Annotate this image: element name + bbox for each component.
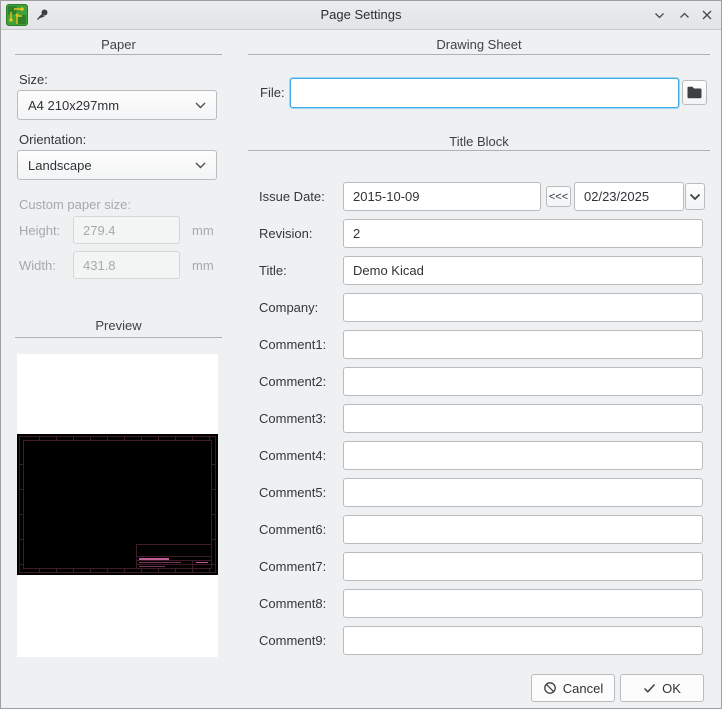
orientation-value: Landscape: [28, 157, 92, 173]
comment5-label: Comment5:: [259, 485, 327, 500]
revision-input[interactable]: 2: [343, 219, 703, 248]
window-title: Page Settings: [320, 7, 402, 22]
paper-size-select[interactable]: A4 210x297mm: [17, 90, 217, 120]
height-label: Height:: [19, 223, 61, 238]
preview-section-title: Preview: [95, 318, 142, 333]
date-picker-value: 02/23/2025: [584, 189, 650, 204]
width-unit-label: mm: [192, 258, 214, 273]
orientation-label: Orientation:: [19, 132, 87, 147]
comment1-label: Comment1:: [259, 337, 327, 352]
paper-section-title: Paper: [101, 37, 136, 52]
comment8-label: Comment8:: [259, 596, 327, 611]
comment4-input[interactable]: [343, 441, 703, 470]
ok-label: OK: [662, 680, 681, 696]
company-input[interactable]: [343, 293, 703, 322]
file-input[interactable]: [290, 78, 679, 108]
comment9-input[interactable]: [343, 626, 703, 655]
checkmark-icon: [644, 683, 656, 693]
comment6-label: Comment6:: [259, 522, 327, 537]
width-label: Width:: [19, 258, 56, 273]
cancel-button[interactable]: Cancel: [531, 674, 615, 702]
title-block-separator: [248, 150, 710, 151]
cancel-icon: [543, 682, 556, 694]
title-value: Demo Kicad: [353, 263, 424, 278]
preview-bottom-ticks: [23, 569, 212, 573]
preview-section-separator: [15, 337, 222, 338]
comment5-input[interactable]: [343, 478, 703, 507]
ok-button[interactable]: OK: [620, 674, 704, 702]
orientation-select[interactable]: Landscape: [17, 150, 217, 180]
copy-date-label: <<<: [548, 190, 569, 203]
comment3-label: Comment3:: [259, 411, 327, 426]
drawing-sheet-separator: [248, 54, 710, 55]
revision-value: 2: [353, 226, 361, 241]
page-settings-dialog: Page Settings Paper Size: A4 210x297mm O…: [0, 0, 722, 709]
width-value: 431.8: [83, 257, 116, 273]
chevron-down-icon: [654, 12, 664, 18]
title-label: Title:: [259, 263, 287, 278]
height-unit-label: mm: [192, 223, 214, 238]
width-input: 431.8: [73, 251, 180, 279]
comment2-label: Comment2:: [259, 374, 327, 389]
height-input: 279.4: [73, 216, 180, 244]
issue-date-label: Issue Date:: [259, 189, 325, 204]
file-label: File:: [260, 85, 285, 100]
comment7-label: Comment7:: [259, 559, 327, 574]
comment8-input[interactable]: [343, 589, 703, 618]
cancel-label: Cancel: [562, 680, 604, 696]
custom-paper-size-label: Custom paper size:: [19, 197, 131, 212]
preview-sheet-size-text: [196, 561, 208, 563]
shade-window-button[interactable]: [651, 7, 667, 23]
comment2-input[interactable]: [343, 367, 703, 396]
date-picker-input[interactable]: 02/23/2025: [574, 182, 684, 211]
preview-smalltext-2: [139, 565, 165, 567]
comment7-input[interactable]: [343, 552, 703, 581]
issue-date-value: 2015-10-09: [353, 189, 420, 204]
close-window-button[interactable]: [699, 7, 715, 23]
folder-icon: [687, 86, 702, 99]
paper-size-label: Size:: [19, 72, 48, 87]
chevron-up-icon: [679, 12, 689, 18]
preview-title-block-divider: [192, 560, 193, 569]
preview-left-ticks: [19, 440, 23, 569]
issue-date-input[interactable]: 2015-10-09: [343, 182, 541, 211]
drawing-sheet-section-title: Drawing Sheet: [436, 37, 522, 52]
copy-date-button[interactable]: <<<: [546, 186, 571, 207]
titlebar[interactable]: Page Settings: [1, 1, 721, 30]
preview-right-ticks: [212, 440, 216, 569]
date-picker-dropdown-button[interactable]: [685, 183, 705, 210]
title-block-section-title: Title Block: [449, 134, 509, 149]
preview-smalltext-1: [139, 561, 181, 563]
browse-file-button[interactable]: [682, 80, 707, 105]
title-input[interactable]: Demo Kicad: [343, 256, 703, 285]
comment3-input[interactable]: [343, 404, 703, 433]
comment9-label: Comment9:: [259, 633, 327, 648]
chevron-down-icon: [195, 162, 206, 168]
preview-title-text: [139, 557, 169, 560]
chevron-down-icon: [689, 193, 701, 200]
chevron-down-icon: [195, 102, 206, 108]
height-value: 279.4: [83, 222, 116, 238]
close-icon: [702, 10, 712, 20]
page-preview: [17, 354, 218, 657]
comment6-input[interactable]: [343, 515, 703, 544]
paper-size-value: A4 210x297mm: [28, 97, 120, 113]
comment4-label: Comment4:: [259, 448, 327, 463]
preview-sheet: [17, 434, 218, 575]
revision-label: Revision:: [259, 226, 313, 241]
preview-title-block: [136, 544, 212, 569]
company-label: Company:: [259, 300, 319, 315]
preview-top-ticks: [23, 436, 212, 440]
comment1-input[interactable]: [343, 330, 703, 359]
paper-section-separator: [15, 54, 222, 55]
maximize-window-button[interactable]: [676, 7, 692, 23]
